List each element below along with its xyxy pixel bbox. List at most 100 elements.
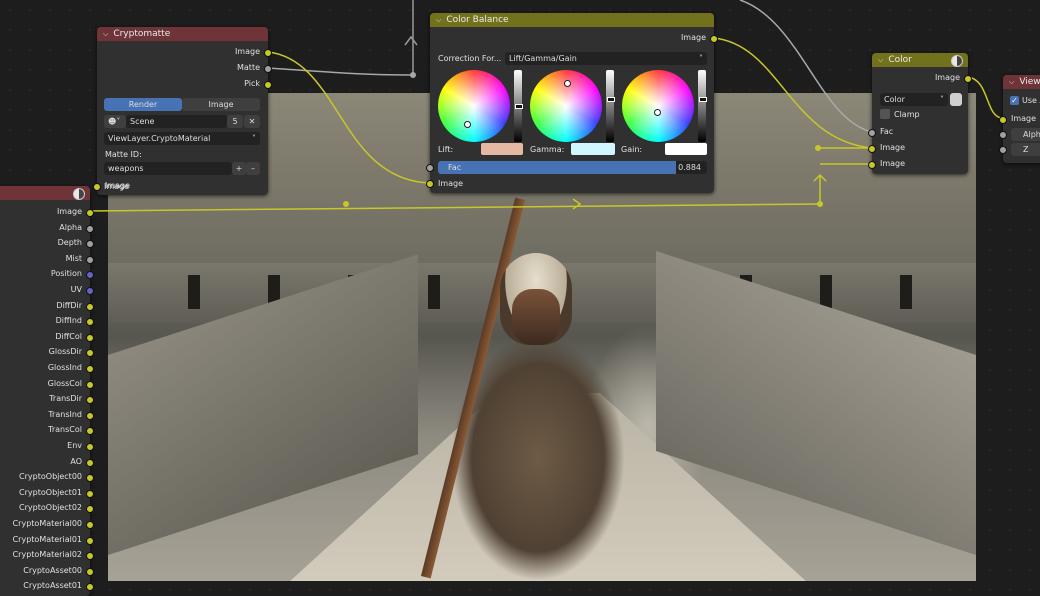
use-alpha-checkbox[interactable]: ✓ xyxy=(1010,96,1019,105)
output-socket[interactable] xyxy=(264,81,272,89)
input-socket[interactable] xyxy=(868,145,876,153)
layer-select[interactable]: ViewLayer.CryptoMaterial ˅ xyxy=(104,132,260,145)
color-balance-node[interactable]: ⌵ Color Balance Image Correction For... … xyxy=(426,13,718,193)
output-socket[interactable] xyxy=(86,255,94,264)
output-label: DiffCol xyxy=(55,331,82,341)
scene-name-field[interactable]: Scene xyxy=(126,115,227,128)
scene-users-count[interactable]: 5 xyxy=(227,115,243,128)
wheel-cursor[interactable] xyxy=(464,121,471,128)
reroute-dot[interactable] xyxy=(343,201,349,207)
reroute-dot[interactable] xyxy=(817,201,823,207)
viewer-node[interactable]: ⌵ Viewe ✓ Use A Image Alpha Z xyxy=(999,75,1040,163)
output-socket[interactable] xyxy=(86,458,94,467)
gamma-color-wheel[interactable] xyxy=(530,70,602,142)
fac-slider-fill xyxy=(438,161,676,174)
output-socket[interactable] xyxy=(86,536,94,545)
input-label: Image xyxy=(1011,114,1037,123)
output-socket[interactable] xyxy=(86,333,94,342)
preview-toggle-icon[interactable] xyxy=(73,188,85,200)
input-socket[interactable] xyxy=(426,180,434,188)
cryptomatte-header[interactable]: ⌵ Cryptomatte xyxy=(97,27,268,41)
output-socket[interactable] xyxy=(86,443,94,451)
gain-color-swatch[interactable] xyxy=(665,143,707,155)
output-label: TransInd xyxy=(48,409,82,419)
preview-toggle-icon[interactable] xyxy=(951,55,963,67)
output-label: GlossCol xyxy=(47,378,82,388)
input-socket[interactable] xyxy=(868,129,876,137)
input-label: Image xyxy=(880,143,906,152)
chevron-down-icon: ˅ xyxy=(699,54,703,63)
use-alpha-icon[interactable] xyxy=(950,93,962,106)
add-matte-button[interactable]: + xyxy=(232,162,246,175)
viewer-header[interactable]: ⌵ Viewe xyxy=(1003,75,1040,89)
correction-select[interactable]: Lift/Gamma/Gain ˅ xyxy=(505,52,707,65)
input-socket[interactable] xyxy=(426,164,434,172)
output-socket[interactable] xyxy=(86,567,94,576)
output-label: DiffDir xyxy=(56,300,82,310)
reroute-dot[interactable] xyxy=(815,145,821,151)
close-icon[interactable]: ✕ xyxy=(244,115,260,128)
scene-icon: ☻˅ xyxy=(108,117,121,126)
lift-value-slider[interactable] xyxy=(514,70,523,142)
slider-knob[interactable] xyxy=(699,97,707,102)
output-socket[interactable] xyxy=(86,583,94,592)
output-socket[interactable] xyxy=(86,287,94,295)
gamma-value-slider[interactable] xyxy=(606,70,615,142)
slider-knob[interactable] xyxy=(515,104,523,109)
collapse-chevron-icon[interactable]: ⌵ xyxy=(436,16,441,25)
wheel-cursor[interactable] xyxy=(564,80,571,87)
output-label: Env xyxy=(67,441,82,450)
output-socket[interactable] xyxy=(86,380,94,389)
output-label: Image xyxy=(934,73,960,82)
input-socket[interactable] xyxy=(868,161,876,169)
lift-color-wheel[interactable] xyxy=(438,70,510,142)
color-mix-node[interactable]: ⌵ Color Image Color ˅ Clamp Fac Image Im… xyxy=(868,53,972,174)
correction-label: Correction For... xyxy=(438,54,502,63)
matte-id-input[interactable]: weapons xyxy=(104,162,232,175)
collapse-chevron-icon[interactable]: ⌵ xyxy=(103,30,108,39)
cryptomatte-node[interactable]: ⌵ Cryptomatte Image Matte Pick Render Im… xyxy=(93,27,272,195)
link-crypto-image xyxy=(267,51,431,184)
input-socket[interactable] xyxy=(999,116,1007,124)
tab-render[interactable]: Render xyxy=(104,98,182,111)
alpha-input-field[interactable]: Alpha xyxy=(1011,128,1040,141)
slider-knob[interactable] xyxy=(607,97,615,102)
remove-matte-button[interactable]: – xyxy=(246,162,260,175)
gain-value-slider[interactable] xyxy=(698,70,707,142)
output-socket[interactable] xyxy=(964,75,972,83)
output-socket[interactable] xyxy=(264,49,272,57)
output-socket[interactable] xyxy=(86,209,94,217)
render-layers-header[interactable] xyxy=(0,186,90,200)
output-socket[interactable] xyxy=(86,521,94,529)
render-layers-node[interactable]: Image Alpha Depth Mist Position UV DiffDir Diff… xyxy=(0,186,94,596)
z-input-field[interactable]: Z xyxy=(1011,143,1040,156)
blend-mode-select[interactable]: Color ˅ xyxy=(880,93,948,106)
color-balance-header[interactable]: ⌵ Color Balance xyxy=(430,13,714,27)
tab-image[interactable]: Image xyxy=(182,98,260,111)
color-node-header[interactable]: ⌵ Color xyxy=(872,53,968,67)
input-socket[interactable] xyxy=(999,146,1007,154)
output-socket[interactable] xyxy=(86,224,94,233)
gamma-color-swatch[interactable] xyxy=(571,143,615,155)
output-socket[interactable] xyxy=(86,411,94,420)
lift-color-swatch[interactable] xyxy=(481,143,523,155)
input-socket[interactable] xyxy=(93,183,101,191)
correction-select-value: Lift/Gamma/Gain xyxy=(509,54,577,63)
output-socket[interactable] xyxy=(710,35,718,43)
output-socket[interactable] xyxy=(86,489,94,498)
reroute-dot[interactable] xyxy=(410,72,416,78)
output-label: Depth xyxy=(57,238,82,248)
collapse-chevron-icon[interactable]: ⌵ xyxy=(1009,78,1014,87)
scene-browse[interactable]: ☻˅ xyxy=(104,115,126,128)
output-label: UV xyxy=(70,285,82,294)
output-socket[interactable] xyxy=(86,365,94,373)
output-socket[interactable] xyxy=(86,302,94,311)
wheel-cursor[interactable] xyxy=(654,109,661,116)
collapse-chevron-icon[interactable]: ⌵ xyxy=(878,56,883,65)
output-socket[interactable] xyxy=(264,65,272,73)
fac-slider[interactable]: Fac 0.884 xyxy=(438,161,707,174)
clamp-checkbox[interactable] xyxy=(880,109,890,119)
gain-color-wheel[interactable] xyxy=(622,70,694,142)
link-balance-image xyxy=(713,37,873,149)
input-socket[interactable] xyxy=(999,131,1007,139)
